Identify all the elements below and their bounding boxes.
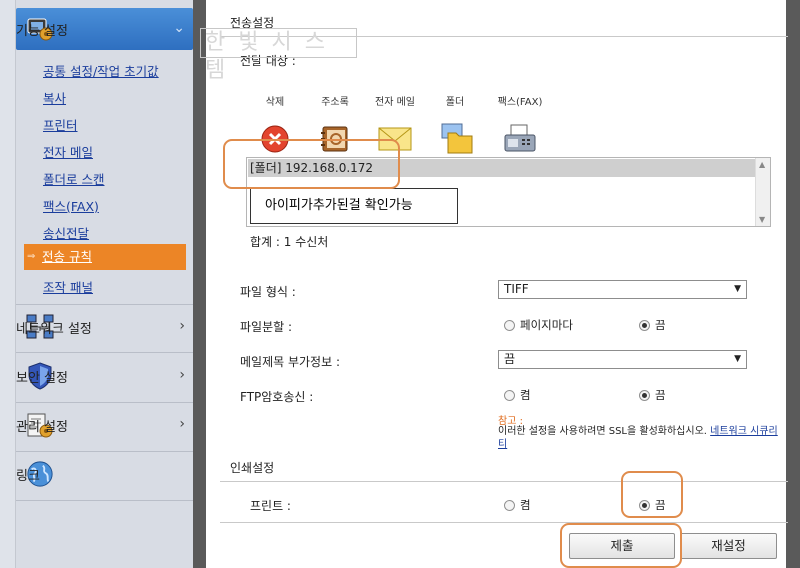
file-format-value: TIFF xyxy=(504,282,529,296)
radio-button[interactable] xyxy=(504,499,515,511)
section-network-settings[interactable]: 네트워크 설정 › xyxy=(16,306,193,348)
folder-icon[interactable] xyxy=(439,122,475,156)
radio-label: 끔 xyxy=(655,388,666,402)
fax-label: 팩스(FAX) xyxy=(497,97,543,108)
print-section-title: 인쇄설정 xyxy=(230,461,275,475)
chevron-down-icon[interactable]: ⌄ xyxy=(173,20,185,36)
radio-button[interactable] xyxy=(504,389,515,401)
watermark: 한 빛 시 스 템 xyxy=(200,28,357,83)
address-book-icon[interactable] xyxy=(317,122,353,156)
section-links[interactable]: 링크 xyxy=(16,453,193,495)
main-panel: 전송설정 전달 대상 : 삭제 주소록 전자 메일 폴더 팩스(FAX) [폴더… xyxy=(206,0,788,568)
print-on-radio[interactable]: 켬 xyxy=(504,497,531,513)
mail-subject-value: 끔 xyxy=(504,352,516,366)
sidebar-divider xyxy=(16,352,193,353)
sidebar-item-fax[interactable]: 팩스(FAX) xyxy=(43,196,99,215)
file-format-label: 파일 형식 : xyxy=(240,285,296,299)
file-split-off-radio[interactable]: 끔 xyxy=(639,317,666,333)
sidebar-divider xyxy=(16,402,193,403)
annotation-note: 아이피가추가된걸 확인가능 xyxy=(250,188,458,224)
sidebar-item-email[interactable]: 전자 메일 xyxy=(43,142,93,161)
ftp-on-radio[interactable]: 켬 xyxy=(504,387,531,403)
mail-subject-select[interactable]: 끔 ▼ xyxy=(498,350,747,369)
delete-icon[interactable] xyxy=(257,122,293,156)
file-format-select[interactable]: TIFF ▼ xyxy=(498,280,747,299)
sidebar-item-scan-to-folder[interactable]: 폴더로 스캔 xyxy=(43,169,104,188)
radio-label: 켬 xyxy=(520,498,531,512)
list-scrollbar[interactable]: ▲ ▼ xyxy=(755,158,770,226)
sidebar-item-transfer-rules[interactable]: ⇒ 전송 규칙 xyxy=(24,244,186,270)
sidebar-strip xyxy=(0,0,16,568)
radio-label: 켬 xyxy=(520,388,531,402)
reset-button[interactable]: 재설정 xyxy=(680,533,777,559)
mail-subject-label: 메일제목 부가정보 : xyxy=(240,355,340,369)
sidebar-divider xyxy=(16,500,193,501)
arrow-icon: ⇒ xyxy=(27,251,36,262)
section-divider xyxy=(220,522,788,523)
folder-label: 폴더 xyxy=(445,97,465,108)
section-label: 관리 설정 xyxy=(16,419,68,435)
sidebar-item-label: 전송 규칙 xyxy=(42,249,92,264)
dropdown-arrow-icon: ▼ xyxy=(734,354,741,364)
sidebar-item-common-settings[interactable]: 공통 설정/작업 초기값 xyxy=(43,61,159,80)
radio-button-selected[interactable] xyxy=(639,319,650,331)
scroll-up-icon[interactable]: ▲ xyxy=(759,160,765,169)
sidebar-item-operation-panel[interactable]: 조작 패널 xyxy=(43,277,93,296)
fax-icon[interactable] xyxy=(502,122,538,156)
chevron-right-icon[interactable]: › xyxy=(179,416,185,432)
section-divider xyxy=(220,481,788,482)
radio-label: 끔 xyxy=(655,498,666,512)
sidebar-divider xyxy=(16,304,193,305)
sidebar-divider xyxy=(16,451,193,452)
sidebar-item-forwarding[interactable]: 송신전달 xyxy=(43,223,89,242)
radio-button-selected[interactable] xyxy=(639,389,650,401)
print-off-radio[interactable]: 끔 xyxy=(639,497,666,513)
section-management-settings[interactable]: 관리 설정 › xyxy=(16,404,193,446)
file-split-per-page-radio[interactable]: 페이지마다 xyxy=(504,317,573,333)
note-text: 이러한 설정을 사용하려면 SSL을 활성화하십시오. 네트워크 시큐리티 xyxy=(498,425,778,451)
sidebar-item-copy[interactable]: 복사 xyxy=(43,88,66,107)
section-label: 보안 설정 xyxy=(16,370,68,386)
chevron-right-icon[interactable]: › xyxy=(179,318,185,334)
sidebar: 기능 설정 ⌄ 공통 설정/작업 초기값 복사 프린터 전자 메일 폴더로 스캔… xyxy=(0,0,193,568)
section-security-settings[interactable]: 보안 설정 › xyxy=(16,355,193,397)
chevron-right-icon[interactable]: › xyxy=(179,367,185,383)
section-label: 네트워크 설정 xyxy=(16,321,92,337)
list-item[interactable]: [폴더] 192.168.0.172 xyxy=(248,159,756,177)
radio-label: 페이지마다 xyxy=(520,318,573,332)
ftp-off-radio[interactable]: 끔 xyxy=(639,387,666,403)
submit-button[interactable]: 제출 xyxy=(569,533,675,559)
email-icon[interactable] xyxy=(377,122,413,156)
section-label: 링크 xyxy=(16,468,40,484)
radio-label: 끔 xyxy=(655,318,666,332)
destination-total: 합계 : 1 수신처 xyxy=(250,235,329,249)
radio-button-selected[interactable] xyxy=(639,499,650,511)
sidebar-item-printer[interactable]: 프린터 xyxy=(43,115,78,134)
scroll-down-icon[interactable]: ▼ xyxy=(759,215,765,224)
note-body: 이러한 설정을 사용하려면 SSL을 활성화하십시오. xyxy=(498,426,707,437)
dropdown-arrow-icon: ▼ xyxy=(734,284,741,294)
file-split-label: 파일분할 : xyxy=(240,320,293,334)
radio-button[interactable] xyxy=(504,319,515,331)
ftp-encryption-label: FTP암호송신 : xyxy=(240,390,314,404)
section-function-settings[interactable]: 기능 설정 ⌄ xyxy=(16,8,193,50)
print-label: 프린트 : xyxy=(250,499,291,513)
section-label: 기능 설정 xyxy=(16,23,68,39)
